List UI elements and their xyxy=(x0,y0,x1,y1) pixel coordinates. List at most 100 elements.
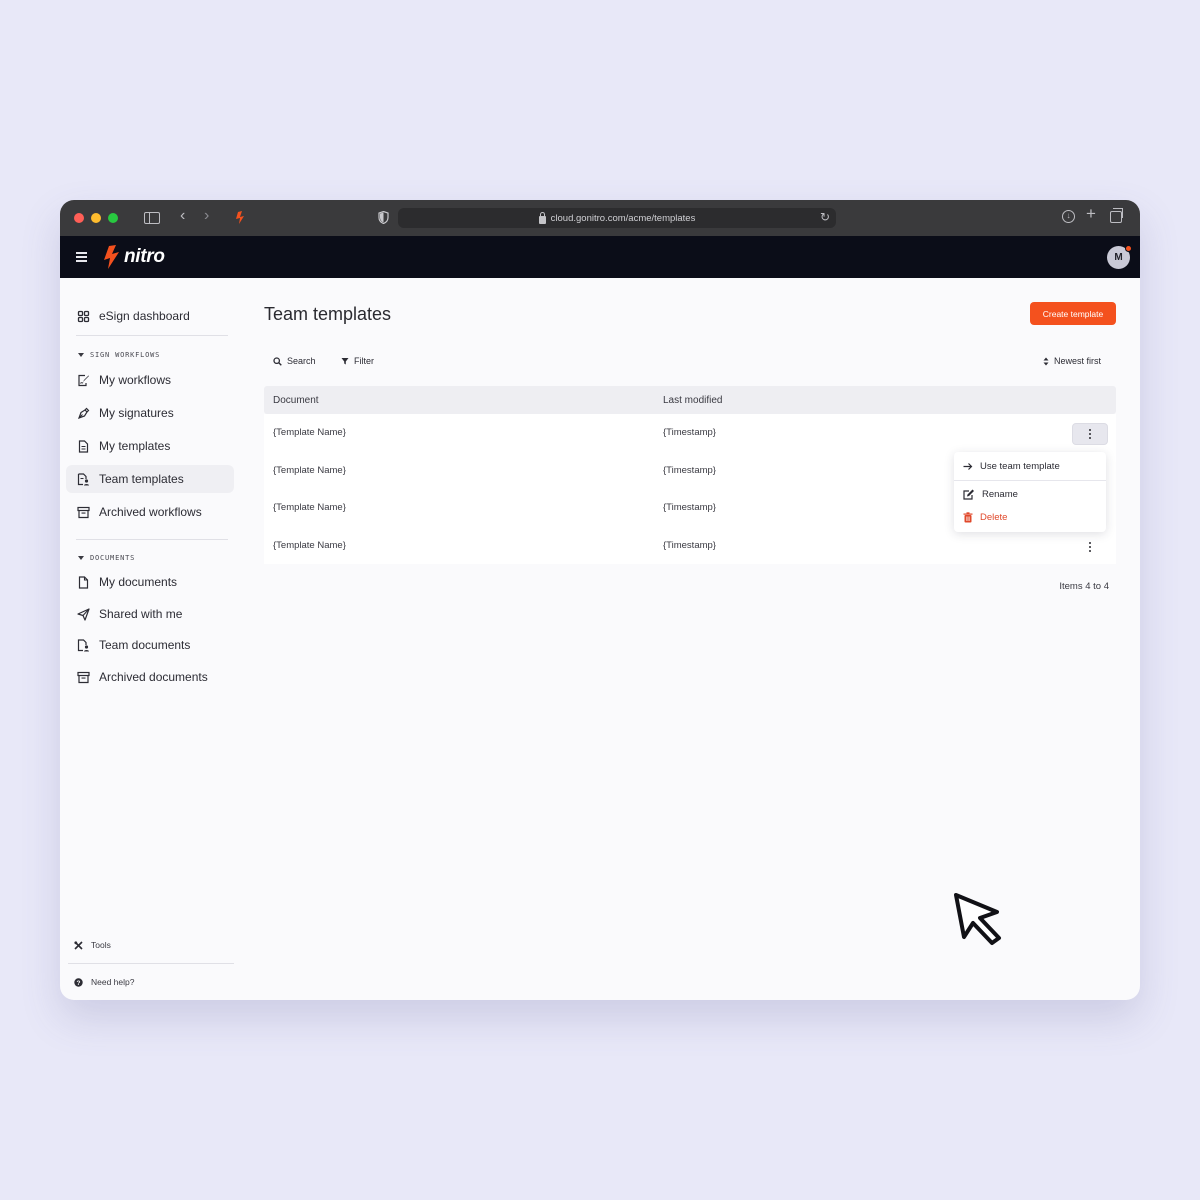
menu-item-use-team-template[interactable]: Use team template xyxy=(963,461,1060,472)
sort-label: Newest first xyxy=(1054,356,1102,366)
sidebar-item-label: My documents xyxy=(99,575,178,589)
user-avatar[interactable]: M xyxy=(1107,245,1132,269)
logo-text: nitro xyxy=(124,246,165,267)
nitro-logo[interactable]: nitro xyxy=(104,245,165,269)
team-document-icon xyxy=(77,638,89,651)
documents-section-toggle[interactable]: DOCUMENTS xyxy=(78,554,135,562)
timestamp-cell: {Timestamp} xyxy=(663,427,716,439)
window-controls xyxy=(74,213,118,223)
menu-item-label: Use team template xyxy=(980,461,1060,472)
help-icon: ? xyxy=(74,977,83,987)
browser-window: ‹ › cloud.gonitro.com/acme/templates ↻ ↓… xyxy=(60,200,1140,1000)
page-title: Team templates xyxy=(264,304,392,324)
more-vertical-icon xyxy=(1089,428,1091,440)
pen-nib-icon xyxy=(77,407,90,419)
archive-box-icon xyxy=(77,506,90,518)
lock-icon xyxy=(538,211,546,224)
sidebar-item-esign-dashboard[interactable]: eSign dashboard xyxy=(66,302,234,330)
section-title: DOCUMENTS xyxy=(90,554,136,562)
sidebar-item-label: eSign dashboard xyxy=(99,309,190,323)
sidebar-item-my-templates[interactable]: My templates xyxy=(66,432,234,460)
sidebar-item-label: Archived workflows xyxy=(99,505,202,519)
sidebar-item-archived-workflows[interactable]: Archived workflows xyxy=(66,498,234,526)
download-icon[interactable]: ↓ xyxy=(1062,210,1075,223)
sidebar-tools-link[interactable]: Tools xyxy=(74,940,111,950)
filter-button[interactable]: Filter xyxy=(341,356,374,366)
caret-down-icon xyxy=(78,353,84,357)
sidebar-divider xyxy=(68,963,234,964)
tab-overview-icon[interactable] xyxy=(1110,208,1123,223)
sort-dropdown[interactable]: Newest first xyxy=(1043,356,1101,366)
sidebar-divider xyxy=(76,335,228,336)
row-actions-button[interactable] xyxy=(1072,423,1108,445)
sidebar-item-archived-documents[interactable]: Archived documents xyxy=(66,663,234,691)
menu-item-delete[interactable]: Delete xyxy=(963,512,1007,523)
search-button[interactable]: Search xyxy=(273,356,316,366)
sidebar-toggle-icon[interactable] xyxy=(144,212,160,224)
back-arrow-icon[interactable]: ‹ xyxy=(180,208,185,224)
sidebar-item-label: Team templates xyxy=(99,472,184,486)
tools-icon xyxy=(74,940,83,950)
pagination-info: Items 4 to 4 xyxy=(1059,581,1109,592)
avatar-initial: M xyxy=(1114,252,1123,263)
sidebar-item-shared-with-me[interactable]: Shared with me xyxy=(66,600,234,628)
sidebar-item-my-signatures[interactable]: My signatures xyxy=(66,399,234,427)
sidebar-item-label: My templates xyxy=(99,439,171,453)
reload-icon[interactable]: ↻ xyxy=(820,210,830,224)
sidebar-item-team-templates[interactable]: Team templates xyxy=(66,465,234,493)
sidebar-item-my-documents[interactable]: My documents xyxy=(66,568,234,596)
sidebar-divider xyxy=(76,539,228,540)
column-header-last-modified[interactable]: Last modified xyxy=(663,395,1043,406)
sidebar-help-link[interactable]: ? Need help? xyxy=(74,977,134,987)
search-icon xyxy=(273,356,282,366)
row-actions-menu: Use team template Rename Delete xyxy=(954,452,1106,532)
sidebar-item-label: My workflows xyxy=(99,373,172,387)
send-icon xyxy=(77,607,90,621)
section-title: SIGN WORKFLOWS xyxy=(90,351,161,359)
caret-down-icon xyxy=(78,556,84,560)
grid-icon xyxy=(77,310,90,322)
menu-item-label: Rename xyxy=(982,489,1018,500)
sidebar-item-label: My signatures xyxy=(99,406,174,420)
table-row[interactable]: {Template Name} {Timestamp} xyxy=(264,526,1116,564)
sort-icon xyxy=(1043,357,1049,365)
table-row[interactable]: {Template Name} {Timestamp} xyxy=(264,414,1116,452)
column-header-document[interactable]: Document xyxy=(264,395,663,406)
new-tab-icon[interactable]: + xyxy=(1086,205,1096,222)
help-label: Need help? xyxy=(91,977,135,987)
edit-icon xyxy=(963,489,974,500)
timestamp-cell: {Timestamp} xyxy=(663,539,716,551)
forward-arrow-icon[interactable]: › xyxy=(204,208,209,224)
sidebar-item-team-documents[interactable]: Team documents xyxy=(66,631,234,659)
team-template-icon xyxy=(77,472,89,485)
signature-edit-icon xyxy=(78,374,89,386)
menu-divider xyxy=(954,480,1106,481)
template-name-cell: {Template Name} xyxy=(273,539,346,551)
nitro-favicon-icon[interactable] xyxy=(236,211,246,224)
trash-icon xyxy=(963,512,973,523)
menu-item-rename[interactable]: Rename xyxy=(963,489,1018,500)
mouse-cursor-icon xyxy=(954,893,1001,945)
tools-label: Tools xyxy=(91,940,111,950)
maximize-window-button[interactable] xyxy=(108,213,118,223)
privacy-shield-icon[interactable] xyxy=(378,211,389,224)
menu-icon[interactable] xyxy=(76,252,87,264)
sidebar-item-my-workflows[interactable]: My workflows xyxy=(66,366,234,394)
archive-box-icon xyxy=(77,671,90,683)
address-bar[interactable]: cloud.gonitro.com/acme/templates ↻ xyxy=(398,208,836,228)
sidebar-item-label: Shared with me xyxy=(99,607,183,621)
create-template-button[interactable]: Create template xyxy=(1030,302,1116,325)
template-name-cell: {Template Name} xyxy=(273,502,346,514)
sign-workflows-section-toggle[interactable]: SIGN WORKFLOWS xyxy=(78,351,160,359)
minimize-window-button[interactable] xyxy=(91,213,101,223)
close-window-button[interactable] xyxy=(74,213,84,223)
nitro-logo-mark-icon xyxy=(104,245,119,269)
document-icon xyxy=(78,575,89,589)
template-name-cell: {Template Name} xyxy=(273,464,346,476)
filter-label: Filter xyxy=(354,356,374,366)
row-actions-button[interactable] xyxy=(1072,536,1108,558)
sidebar-item-label: Team documents xyxy=(99,638,191,652)
app-header: nitro M xyxy=(60,236,1140,278)
notification-dot xyxy=(1125,245,1132,252)
template-name-cell: {Template Name} xyxy=(273,427,346,439)
